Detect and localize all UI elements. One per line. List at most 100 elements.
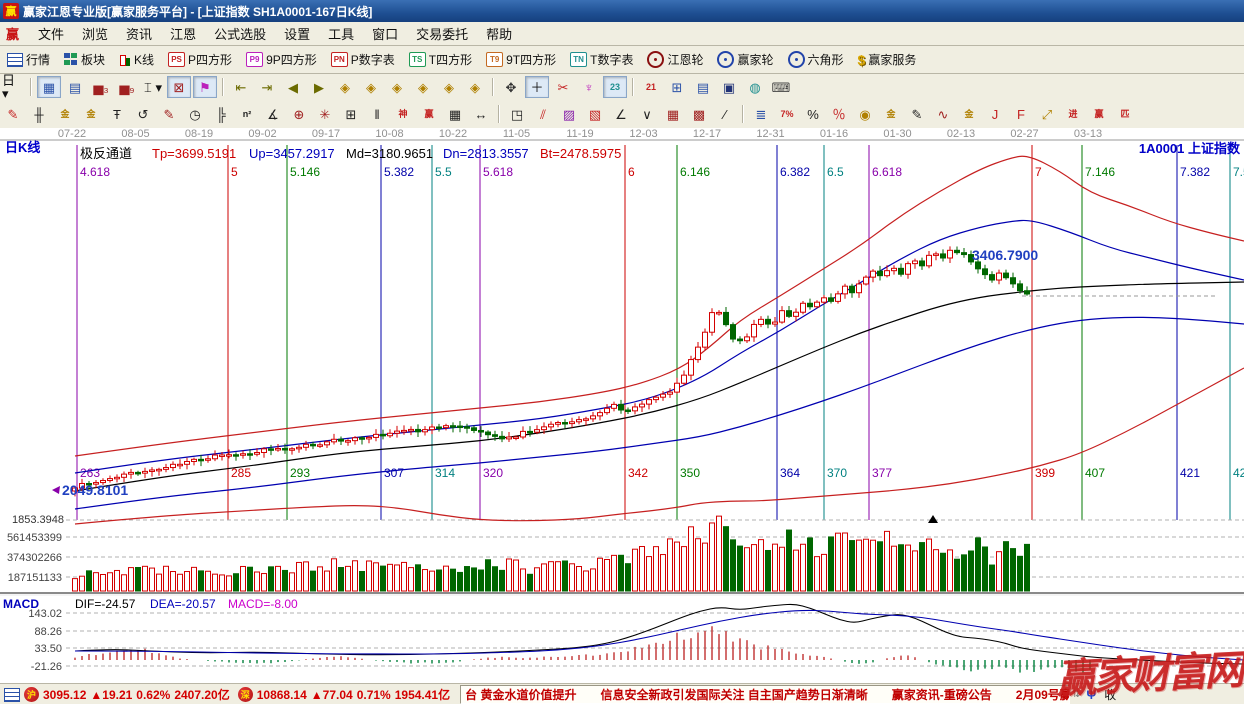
- nav-first-icon[interactable]: ⇤: [229, 76, 253, 98]
- bars-9-icon[interactable]: ▅₉: [115, 76, 139, 98]
- toolbar-button-7[interactable]: TST四方形: [403, 48, 478, 71]
- nav-last-icon[interactable]: ⇥: [255, 76, 279, 98]
- menu-item-6[interactable]: 设置: [275, 22, 319, 45]
- toolbar-button-11[interactable]: 赢家轮: [711, 48, 779, 71]
- save-icon[interactable]: ▣: [717, 76, 741, 98]
- menu-item-4[interactable]: 江恩: [161, 22, 205, 45]
- draw-wave-a-icon[interactable]: ∿: [931, 103, 955, 125]
- nav-next-icon[interactable]: ▶: [307, 76, 331, 98]
- toolbar-button-12[interactable]: 六角形: [782, 48, 850, 71]
- draw-pct-line-icon[interactable]: ％: [827, 103, 851, 125]
- draw-fan-purple-icon[interactable]: ▨: [557, 103, 581, 125]
- draw-gold-bar-icon[interactable]: 金: [957, 103, 981, 125]
- quote-grid-icon[interactable]: [4, 688, 20, 702]
- toolbar-button-4[interactable]: PSP四方形: [162, 48, 238, 71]
- menu-item-7[interactable]: 工具: [319, 22, 363, 45]
- draw-shen-icon[interactable]: 神: [391, 103, 415, 125]
- draw-gold-slash-icon[interactable]: ⤢: [1035, 103, 1059, 125]
- analysis-flag-icon[interactable]: ⚑: [193, 76, 217, 98]
- draw-n2-icon[interactable]: n²: [235, 103, 259, 125]
- draw-slashes-icon[interactable]: ∕: [713, 103, 737, 125]
- nav-prev-icon[interactable]: ◀: [281, 76, 305, 98]
- draw-spiral-icon[interactable]: ↺: [131, 103, 155, 125]
- toolbar-button-8[interactable]: T99T四方形: [480, 48, 562, 71]
- zoom-left-icon[interactable]: ◈: [333, 76, 357, 98]
- crosshair-icon[interactable]: ＋: [525, 76, 549, 98]
- calendar-icon[interactable]: 21: [639, 76, 663, 98]
- calculator-icon[interactable]: ⊞: [665, 76, 689, 98]
- draw-width-icon[interactable]: ↔: [469, 103, 493, 125]
- draw-pi-icon[interactable]: 匹: [1113, 103, 1137, 125]
- toolbar-button-3[interactable]: K线: [113, 48, 160, 71]
- candle-style-icon[interactable]: ⌶ ▾: [141, 76, 165, 98]
- draw-gold-circle-icon[interactable]: ◉: [853, 103, 877, 125]
- draw-ruler-grid-icon[interactable]: ▦: [443, 103, 467, 125]
- bars-3-icon[interactable]: ▅₃: [89, 76, 113, 98]
- draw-j-angle-icon[interactable]: J: [983, 103, 1007, 125]
- draw-measure-blue-icon[interactable]: ≣: [749, 103, 773, 125]
- expand-v-icon[interactable]: ◈: [437, 76, 461, 98]
- gann-shape-icon[interactable]: ⊠: [167, 76, 191, 98]
- draw-grid-b-icon[interactable]: ▩: [687, 103, 711, 125]
- toolbar-button-13[interactable]: $赢家服务: [852, 48, 923, 71]
- draw-star-rays-icon[interactable]: ✳: [313, 103, 337, 125]
- draw-fan-box-icon[interactable]: ▧: [583, 103, 607, 125]
- draw-candle-pen-icon[interactable]: ✎: [905, 103, 929, 125]
- draw-corner-box-icon[interactable]: ◳: [505, 103, 529, 125]
- chart-canvas[interactable]: 07-2208-0508-1909-0209-1710-0810-2211-05…: [0, 128, 1244, 683]
- menu-item-1[interactable]: 文件: [29, 22, 73, 45]
- app-icon[interactable]: 赢: [3, 3, 19, 19]
- draw-bracket-icon[interactable]: ‖: [365, 103, 389, 125]
- draw-fan-red-icon[interactable]: ⫽: [531, 103, 555, 125]
- draw-angle-lines-icon[interactable]: ∠: [609, 103, 633, 125]
- menu-item-9[interactable]: 交易委托: [407, 22, 477, 45]
- toolbar-button-9[interactable]: TNT数字表: [564, 48, 639, 71]
- compress-h-icon[interactable]: ◈: [411, 76, 435, 98]
- hand-pan-icon[interactable]: ✥: [499, 76, 523, 98]
- draw-angle-icon[interactable]: ∡: [261, 103, 285, 125]
- wave-23-icon[interactable]: 23: [603, 76, 627, 98]
- menu-item-5[interactable]: 公式选股: [205, 22, 275, 45]
- draw-jin-icon[interactable]: 进: [1061, 103, 1085, 125]
- draw-pen2-icon[interactable]: ✎: [157, 103, 181, 125]
- draw-check-lines-icon[interactable]: ∨: [635, 103, 659, 125]
- compress-v-icon[interactable]: ◈: [463, 76, 487, 98]
- zoom-right-icon[interactable]: ◈: [359, 76, 383, 98]
- angle-measure-icon[interactable]: ✂: [551, 76, 575, 98]
- menu-item-10[interactable]: 帮助: [477, 22, 521, 45]
- ribbon-tool-icon[interactable]: ♆: [577, 76, 601, 98]
- menu-item-3[interactable]: 资讯: [117, 22, 161, 45]
- draw-7pct-icon[interactable]: 7%: [775, 103, 799, 125]
- notes-icon[interactable]: ▤: [691, 76, 715, 98]
- draw-gold-grid-icon[interactable]: 金: [53, 103, 77, 125]
- draw-gold-line-icon[interactable]: 金: [879, 103, 903, 125]
- period-daily-icon[interactable]: 日 ▾: [1, 76, 25, 98]
- toolbar-button-5[interactable]: P99P四方形: [240, 48, 323, 71]
- toolbar-button-10[interactable]: 江恩轮: [641, 48, 709, 71]
- menu-item-2[interactable]: 浏览: [73, 22, 117, 45]
- draw-time-circle-icon[interactable]: ◷: [183, 103, 207, 125]
- draw-ying-icon[interactable]: 赢: [417, 103, 441, 125]
- tile-window-icon[interactable]: ▦: [37, 76, 61, 98]
- news-spin-icon[interactable]: ⇅: [1072, 689, 1080, 700]
- menu-item-8[interactable]: 窗口: [363, 22, 407, 45]
- draw-ruler-icon[interactable]: ╠: [209, 103, 233, 125]
- toolbar-button-6[interactable]: PNP数字表: [325, 48, 401, 71]
- info-list-icon[interactable]: ▤: [63, 76, 87, 98]
- draw-ying2-icon[interactable]: 赢: [1087, 103, 1111, 125]
- draw-grid-bars-icon[interactable]: ╫: [27, 103, 51, 125]
- computer-icon[interactable]: ⌨: [769, 76, 793, 98]
- draw-f-angle-icon[interactable]: F: [1009, 103, 1033, 125]
- toolbar-button-2[interactable]: 板块: [58, 48, 111, 71]
- draw-gann-circle-icon[interactable]: ⊕: [287, 103, 311, 125]
- draw-f-tool-icon[interactable]: Ŧ: [105, 103, 129, 125]
- web-export-icon[interactable]: ◍: [743, 76, 767, 98]
- draw-pen-icon[interactable]: ✎: [1, 103, 25, 125]
- draw-grid-a-icon[interactable]: ▦: [661, 103, 685, 125]
- draw-gold-grid2-icon[interactable]: 金: [79, 103, 103, 125]
- draw-pct-icon[interactable]: %: [801, 103, 825, 125]
- toolbar-button-1[interactable]: 行情: [1, 48, 56, 71]
- news-ticker[interactable]: 台 黄金水道价值提升 信息安全新政引发国际关注 自主国产趋势日渐清晰 赢家资讯-…: [460, 685, 1070, 704]
- draw-target-grid-icon[interactable]: ⊞: [339, 103, 363, 125]
- expand-h-icon[interactable]: ◈: [385, 76, 409, 98]
